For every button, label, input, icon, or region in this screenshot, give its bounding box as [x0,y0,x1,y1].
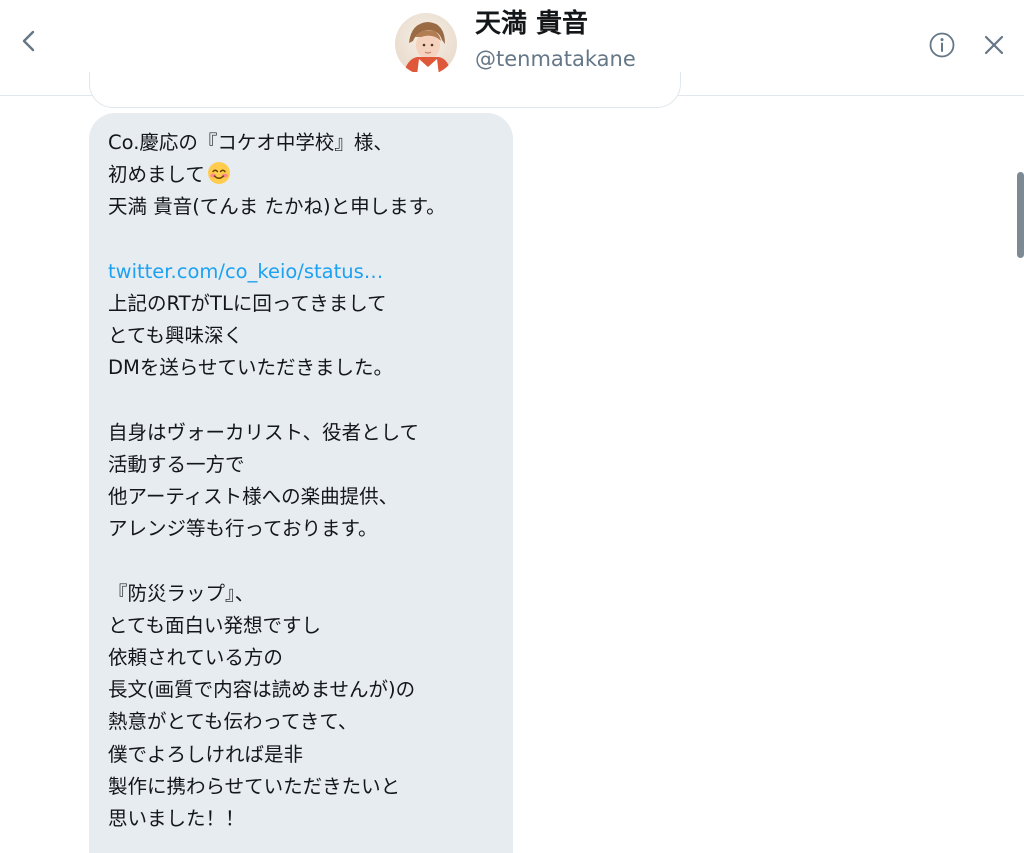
back-button[interactable] [14,26,44,56]
close-icon [984,35,1004,55]
message-line: 上記のRTがTLに回ってきまして [108,291,387,315]
smiling-face-emoji-icon [207,162,230,185]
message-line: DMを送らせていただきました。 [108,356,393,380]
message-line: 思いました！！ [108,806,245,830]
message-line: 長文(画質で内容は読めませんが)の [108,678,416,702]
message-line: twitter.com/co_keio/status… [108,256,503,288]
message-line: 『防災ラップ』、 [108,581,255,605]
avatar-image [395,13,457,75]
display-name: 天満 貴音 [475,9,589,39]
avatar[interactable] [395,13,457,75]
message-line: 天満 貴音(てんま たかね)と申します。 [108,195,446,219]
message-line: 自身はヴォーカリスト、役者として [108,420,420,444]
message-line: 僕でよろしければ是非 [108,742,304,766]
dm-conversation-screen: 天満 貴音 @tenmatakane Co.慶応の『コケオ中学校』様、 初めまし… [0,0,1024,853]
message-line-text: 初めまして [108,163,205,187]
message-line: とても興味深く [108,324,243,348]
previous-message-bubble [89,72,681,108]
message-line: とても面白い発想ですし [108,613,321,637]
message-line: 他アーティスト様への楽曲提供、 [108,485,399,509]
message-line: Co.慶応の『コケオ中学校』様、 [108,131,393,154]
message-line: 製作に携わらせていただきたいと [108,774,401,798]
info-button[interactable] [927,30,957,60]
message-bubble: Co.慶応の『コケオ中学校』様、 初めまして 天満 貴音(てんま たかね)と申し… [89,113,513,853]
message-line: 依頼されている方の [108,646,283,669]
chevron-left-icon [22,30,35,52]
message-line: 初めまして [108,159,503,191]
message-line: 熱意がとても伝わってきて、 [108,710,358,734]
info-icon [929,32,955,58]
user-handle: @tenmatakane [475,47,636,71]
tweet-link[interactable]: twitter.com/co_keio/status… [108,260,383,283]
message-line: 活動する一方で [108,452,245,476]
close-button[interactable] [980,31,1008,59]
scrollbar-thumb[interactable] [1017,172,1024,258]
message-line: アレンジ等も行っております。 [108,517,378,541]
